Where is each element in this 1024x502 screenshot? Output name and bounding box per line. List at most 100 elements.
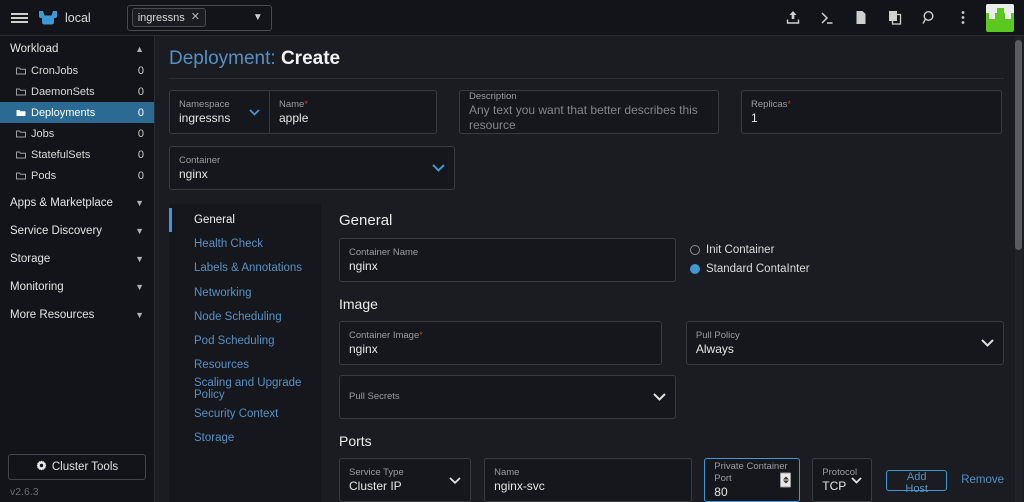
search-icon[interactable] — [912, 0, 946, 36]
more-options-icon[interactable] — [946, 0, 980, 36]
chevron-down-icon — [449, 471, 461, 489]
sidebar-group-storage[interactable]: Storage ▼ — [0, 248, 154, 270]
chevron-down-icon: ▼ — [252, 12, 263, 23]
meta-fields-row: Namespace ingressns Name* apple Descript… — [169, 90, 1004, 134]
port-name-value: nginx-svc — [494, 478, 545, 493]
tab-panel-general: General Container Name nginx Init Contai… — [321, 204, 1004, 502]
name-field[interactable]: Name* apple — [270, 91, 436, 133]
body: Workload ▲ CronJobs 0 DaemonSets 0 Deplo… — [0, 36, 1024, 502]
sidebar-group-label: Workload — [10, 43, 59, 55]
copy-kubeconfig-icon[interactable] — [878, 0, 912, 36]
pull-policy-value: Always — [695, 341, 734, 356]
sidebar-group-label: Monitoring — [10, 281, 64, 293]
close-icon[interactable]: ✕ — [191, 12, 200, 23]
namespace-picker[interactable]: ingressns ✕ ▼ — [126, 4, 272, 31]
protocol-select[interactable]: Protocol TCP — [812, 458, 873, 502]
sidebar-item-pods[interactable]: Pods 0 — [0, 165, 154, 186]
folder-filled-icon — [16, 109, 26, 117]
sidebar-group-service-discovery[interactable]: Service Discovery ▼ — [0, 220, 154, 242]
replicas-field[interactable]: Replicas* 1 — [741, 90, 1002, 134]
chevron-down-icon — [653, 388, 666, 406]
tab-scaling-upgrade-policy[interactable]: Scaling and Upgrade Policy — [169, 377, 321, 401]
sidebar-item-statefulsets[interactable]: StatefulSets 0 — [0, 144, 154, 165]
container-select[interactable]: Container nginx — [169, 146, 455, 190]
tab-general[interactable]: General — [169, 208, 321, 233]
sidebar-nav: Workload ▲ CronJobs 0 DaemonSets 0 Deplo… — [0, 36, 154, 454]
namespace-select[interactable]: Namespace ingressns — [170, 91, 269, 133]
replicas-label: Replicas* — [751, 99, 791, 110]
folder-icon — [16, 151, 26, 159]
image-row: Container Image* nginx Pull Policy Alway… — [339, 321, 1004, 365]
tab-security-context[interactable]: Security Context — [169, 402, 321, 426]
container-name-field[interactable]: Container Name nginx — [339, 238, 676, 282]
pull-policy-select[interactable]: Pull Policy Always — [685, 321, 1004, 365]
hamburger-icon[interactable] — [0, 11, 38, 25]
general-heading: General — [339, 212, 393, 229]
pull-secrets-select[interactable]: Pull Secrets — [339, 375, 676, 419]
description-field[interactable]: Description Any text you want that bette… — [459, 90, 719, 134]
tab-resources[interactable]: Resources — [169, 353, 321, 377]
container-name-value: nginx — [349, 258, 378, 273]
sidebar-item-daemonsets[interactable]: DaemonSets 0 — [0, 81, 154, 102]
ports-heading: Ports — [339, 433, 372, 449]
service-type-select[interactable]: Service Type Cluster IP — [339, 458, 472, 502]
private-container-port-field[interactable]: Private Container Port 80 — [704, 458, 801, 502]
pull-secrets-label: Pull Secrets — [349, 391, 400, 402]
number-spinner[interactable] — [780, 472, 792, 488]
sidebar-item-cronjobs[interactable]: CronJobs 0 — [0, 60, 154, 81]
container-type-radio-group: Init Container Standard ContaInter — [690, 238, 810, 282]
tab-health-check[interactable]: Health Check — [169, 232, 321, 256]
cluster-tools-button[interactable]: Cluster Tools — [8, 454, 146, 480]
sidebar-item-label: Pods — [31, 169, 57, 182]
form-panel: General Health Check Labels & Annotation… — [169, 204, 1004, 502]
name-value: apple — [279, 111, 309, 125]
cluster-tools-wrap: Cluster Tools — [0, 454, 154, 486]
sidebar-item-count: 0 — [137, 127, 144, 140]
sidebar-item-jobs[interactable]: Jobs 0 — [0, 123, 154, 144]
sidebar-item-count: 0 — [137, 64, 144, 77]
tab-pod-scheduling[interactable]: Pod Scheduling — [169, 329, 321, 353]
sidebar-item-count: 0 — [137, 148, 144, 161]
radio-init-container[interactable]: Init Container — [690, 244, 810, 256]
private-container-port-value: 80 — [714, 484, 728, 499]
chevron-down-icon: ▼ — [135, 226, 144, 236]
scrollbar-thumb[interactable] — [1015, 40, 1022, 250]
sidebar-item-count: 0 — [137, 169, 144, 182]
tab-storage[interactable]: Storage — [169, 426, 321, 450]
port-name-field[interactable]: Name nginx-svc — [484, 458, 693, 502]
tab-labels-annotations[interactable]: Labels & Annotations — [169, 256, 321, 280]
container-name-label: Container Name — [349, 246, 419, 258]
folder-icon — [16, 88, 26, 96]
brand: local — [38, 10, 107, 26]
sidebar-group-more-resources[interactable]: More Resources ▼ — [0, 304, 154, 326]
namespace-chip[interactable]: ingressns ✕ — [131, 8, 207, 27]
container-image-field[interactable]: Container Image* nginx — [339, 321, 662, 365]
sidebar-group-label: Storage — [10, 253, 51, 265]
tab-node-scheduling[interactable]: Node Scheduling — [169, 305, 321, 329]
kubectl-shell-icon[interactable] — [810, 0, 844, 36]
top-bar: local ingressns ✕ ▼ — [0, 0, 1024, 36]
chevron-down-icon — [851, 471, 862, 489]
image-heading: Image — [339, 296, 378, 312]
remove-port-link[interactable]: Remove — [961, 474, 1004, 486]
folder-icon — [16, 130, 26, 138]
ports-row: Service Type Cluster IP Name nginx-svc P… — [339, 458, 1004, 502]
description-placeholder: Any text you want that better describes … — [469, 103, 698, 132]
service-type-label: Service Type — [349, 466, 404, 478]
radio-selected-icon — [690, 264, 700, 274]
port-name-label: Name — [494, 466, 520, 478]
sidebar-item-label: DaemonSets — [31, 85, 95, 98]
sidebar-item-deployments[interactable]: Deployments 0 — [0, 102, 154, 123]
tab-networking[interactable]: Networking — [169, 281, 321, 305]
sidebar-group-monitoring[interactable]: Monitoring ▼ — [0, 276, 154, 298]
docs-icon[interactable] — [844, 0, 878, 36]
import-yaml-icon[interactable] — [776, 0, 810, 36]
green-block-logo[interactable] — [986, 3, 1014, 32]
sidebar-group-apps-marketplace[interactable]: Apps & Marketplace ▼ — [0, 192, 154, 214]
sidebar-group-workload[interactable]: Workload ▲ — [0, 38, 154, 60]
private-container-port-label: Private Container Port — [714, 460, 788, 484]
chevron-down-icon — [981, 334, 994, 352]
general-row: Container Name nginx Init Container Stan… — [339, 238, 1004, 282]
add-host-button[interactable]: Add Host — [886, 469, 948, 495]
radio-standard-container[interactable]: Standard ContaInter — [690, 263, 810, 275]
